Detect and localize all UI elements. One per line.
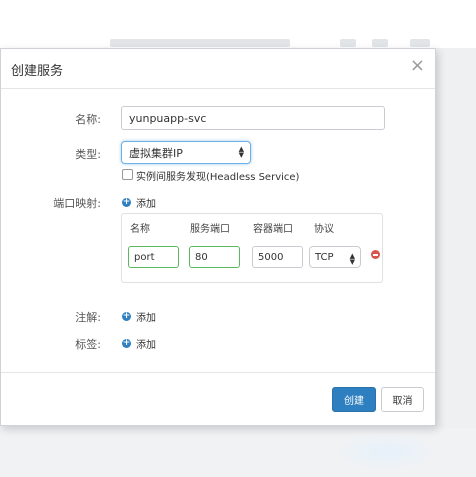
background-text (110, 39, 290, 47)
type-select[interactable]: 虚拟集群IP ▲ ▼ (121, 141, 251, 164)
background-text (372, 39, 388, 47)
type-select-value: 虚拟集群IP (129, 146, 183, 160)
headless-checkbox[interactable] (122, 169, 133, 180)
add-tag-label: 添加 (136, 340, 156, 351)
add-tag-button[interactable]: + 添加 (122, 336, 156, 351)
container-port-input[interactable]: 5000 (252, 246, 303, 268)
plus-circle-icon: + (122, 338, 131, 348)
name-input[interactable]: yunpuapp-svc (121, 106, 385, 130)
port-mapping-label: 端口映射: (53, 197, 101, 210)
add-annotation-button[interactable]: + 添加 (122, 309, 156, 324)
name-input-value: yunpuapp-svc (129, 111, 207, 125)
dialog-footer: 创建 取消 (1, 372, 435, 427)
container-port-value: 5000 (258, 251, 284, 263)
select-arrows-icon: ▲ ▼ (238, 145, 244, 159)
cancel-button[interactable]: 取消 (381, 387, 424, 412)
protocol-select-value: TCP (315, 251, 334, 263)
dialog-title: 创建服务 (11, 64, 64, 79)
plus-circle-icon: + (122, 197, 131, 207)
service-port-input[interactable]: 80 (189, 246, 240, 268)
table-header-protocol: 协议 (314, 224, 334, 235)
tags-label: 标签: (75, 338, 101, 351)
background-header (0, 0, 476, 48)
name-label: 名称: (75, 113, 101, 126)
add-port-label: 添加 (136, 199, 156, 210)
table-header-service-port: 服务端口 (190, 224, 230, 235)
create-button[interactable]: 创建 (332, 387, 376, 412)
remove-port-icon[interactable] (371, 250, 380, 259)
type-label: 类型: (75, 148, 101, 161)
protocol-select[interactable]: TCP ▲ ▼ (309, 246, 361, 268)
add-annotation-label: 添加 (136, 313, 156, 324)
background-text (340, 39, 356, 47)
close-icon[interactable]: × (410, 57, 425, 75)
add-port-button[interactable]: + 添加 (122, 195, 156, 210)
port-name-value: port (134, 251, 155, 263)
plus-circle-icon: + (122, 311, 131, 321)
create-service-dialog: 创建服务 × 名称: yunpuapp-svc 类型: 虚拟集群IP ▲ ▼ 实例… (0, 48, 436, 426)
table-header-container-port: 容器端口 (253, 224, 293, 235)
headless-checkbox-label: 实例间服务发现(Headless Service) (136, 172, 300, 183)
background-glow (330, 432, 440, 472)
annotation-label: 注解: (75, 311, 101, 324)
table-header-name: 名称 (130, 224, 150, 235)
port-mapping-table: 名称 服务端口 容器端口 协议 port 80 5000 TCP ▲ ▼ (121, 213, 383, 283)
port-name-input[interactable]: port (128, 246, 179, 268)
service-port-value: 80 (195, 251, 208, 263)
select-arrows-icon: ▲ ▼ (349, 252, 355, 266)
background-panel (436, 48, 476, 428)
background-text (410, 39, 430, 47)
dialog-header: 创建服务 × (1, 49, 435, 89)
